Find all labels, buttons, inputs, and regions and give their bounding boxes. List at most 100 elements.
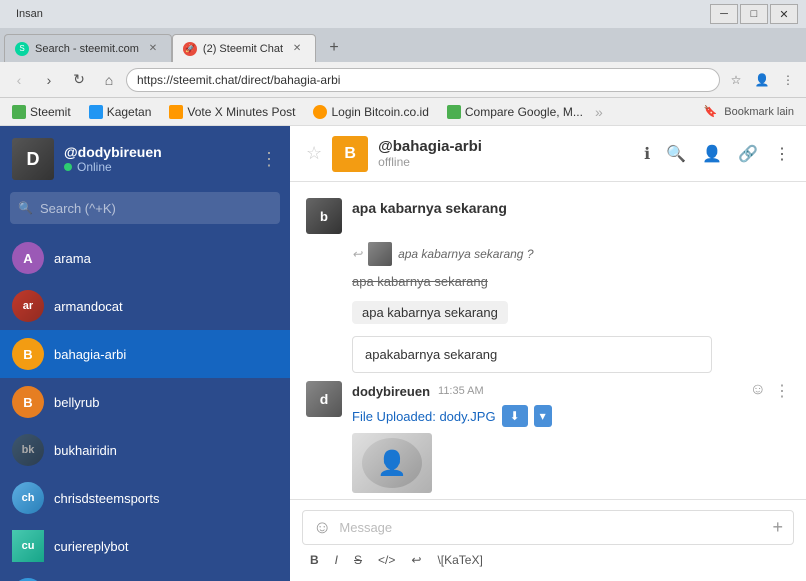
file-dropdown-button[interactable]: ▾ [534, 405, 552, 427]
reply-text: apa kabarnya sekarang ? [398, 247, 533, 261]
bookmark-label-vote: Vote X Minutes Post [187, 105, 295, 119]
contact-name-bellyrub: bellyrub [54, 395, 100, 410]
bookmark-label-compare: Compare Google, M... [465, 105, 583, 119]
message-input[interactable] [339, 520, 764, 535]
chat-header-name: @bahagia-arbi [378, 138, 634, 155]
title-bar: Insan ─ □ ✕ [0, 0, 806, 28]
format-bold-button[interactable]: B [306, 551, 323, 569]
tab-close-1[interactable]: ✕ [145, 41, 161, 57]
file-label: File Uploaded: [352, 409, 436, 424]
tab-label-2: (2) Steemit Chat [203, 43, 283, 55]
contact-item-arama[interactable]: A arama [0, 234, 290, 282]
tab-close-2[interactable]: ✕ [289, 41, 305, 57]
close-button[interactable]: ✕ [770, 4, 798, 24]
chat-messages: b apa kabarnya sekarang ↩ apa kabarnya s… [290, 182, 806, 499]
tab-chat[interactable]: 🚀 (2) Steemit Chat ✕ [172, 34, 316, 62]
message-group-1: b apa kabarnya sekarang [306, 198, 790, 234]
emoji-button[interactable]: ☺ [313, 517, 331, 538]
bookmark-favicon-kagetan [89, 105, 103, 119]
format-strike-button[interactable]: S [350, 551, 366, 569]
star-nav-button[interactable]: ☆ [724, 68, 748, 92]
file-header: dodybireuen 11:35 AM ☺ ⋮ [352, 381, 790, 401]
search-chat-icon[interactable]: 🔍 [666, 144, 686, 164]
chat-header-menu-icon[interactable]: ⋮ [774, 144, 790, 164]
maximize-button[interactable]: □ [740, 4, 768, 24]
file-menu-icon[interactable]: ⋮ [774, 381, 790, 401]
file-name: dody.JPG [439, 409, 495, 424]
settings-nav-button[interactable]: ⋮ [776, 68, 800, 92]
file-row: File Uploaded: dody.JPG ⬇ ▾ [352, 405, 790, 427]
nav-icons: ☆ 👤 ⋮ [724, 68, 800, 92]
msg-text-bold: apa kabarnya sekarang [352, 200, 790, 216]
contact-item-curiereplybot[interactable]: cu curiereplybot [0, 522, 290, 570]
search-input[interactable] [10, 192, 280, 224]
bookmark-favicon-bitcoin [313, 105, 327, 119]
home-button[interactable]: ⌂ [96, 67, 122, 93]
chat-area: ☆ B @bahagia-arbi offline ℹ 🔍 👤 🔗 ⋮ b [290, 126, 806, 581]
contact-item-chrisdsteemsports[interactable]: ch chrisdsteemsports [0, 474, 290, 522]
contact-avatar-bukhairidin: bk [12, 434, 44, 466]
format-code-button[interactable]: </> [374, 551, 399, 569]
bookmark-vote[interactable]: Vote X Minutes Post [163, 103, 301, 121]
reply-arrow-icon: ↩ [352, 247, 362, 261]
contact-avatar-bellyrub: B [12, 386, 44, 418]
address-text: https://steemit.chat/direct/bahagia-arbi [137, 73, 340, 87]
bookmark-bitcoin[interactable]: Login Bitcoin.co.id [307, 103, 434, 121]
format-italic-button[interactable]: I [331, 551, 342, 569]
contact-item-bahagia-arbi[interactable]: B bahagia-arbi [0, 330, 290, 378]
attachment-icon[interactable]: 🔗 [738, 144, 758, 164]
bookmark-compare[interactable]: Compare Google, M... [441, 103, 589, 121]
bookmark-kagetan[interactable]: Kagetan [83, 103, 158, 121]
message-strikethrough: apa kabarnya sekarang [306, 274, 790, 289]
tab-bar: S Search - steemit.com ✕ 🚀 (2) Steemit C… [0, 28, 806, 62]
search-box: 🔍 [10, 192, 280, 224]
back-button[interactable]: ‹ [6, 67, 32, 93]
bookmark-favicon-compare [447, 105, 461, 119]
chat-header: ☆ B @bahagia-arbi offline ℹ 🔍 👤 🔗 ⋮ [290, 126, 806, 182]
bookmark-label-steemit: Steemit [30, 105, 71, 119]
info-icon[interactable]: ℹ [644, 144, 650, 164]
address-bar[interactable]: https://steemit.chat/direct/bahagia-arbi [126, 68, 720, 92]
search-wrapper: 🔍 [10, 192, 280, 224]
contact-item-bellyrub[interactable]: B bellyrub [0, 378, 290, 426]
file-preview-inner: 👤 [352, 433, 432, 493]
bookmark-more[interactable]: 🔖 Bookmark lain [698, 103, 800, 120]
format-quote-button[interactable]: ↩ [407, 551, 425, 569]
bookmark-steemit[interactable]: Steemit [6, 103, 77, 121]
sidebar: D @dodybireuen Online ⋮ 🔍 A arama [0, 126, 290, 581]
send-button[interactable]: + [772, 517, 783, 538]
format-katex-button[interactable]: \[KaTeX] [433, 551, 486, 569]
favorite-star-icon[interactable]: ☆ [306, 143, 322, 164]
contact-name-armandocat: armandocat [54, 299, 123, 314]
bubble-text: apa kabarnya sekarang [352, 301, 508, 324]
contact-item-armandocat[interactable]: ar armandocat [0, 282, 290, 330]
strikethrough-text: apa kabarnya sekarang [352, 274, 488, 289]
contact-item-bukhairidin[interactable]: bk bukhairidin [0, 426, 290, 474]
file-link[interactable]: File Uploaded: dody.JPG [352, 409, 496, 424]
members-icon[interactable]: 👤 [702, 144, 722, 164]
tab-search[interactable]: S Search - steemit.com ✕ [4, 34, 172, 62]
file-download-button[interactable]: ⬇ [502, 405, 528, 427]
file-sender-name: dodybireuen [352, 384, 430, 399]
reply-avatar [368, 242, 392, 266]
minimize-button[interactable]: ─ [710, 4, 738, 24]
contact-name-chrisdsteemsports: chrisdsteemsports [54, 491, 159, 506]
forward-button[interactable]: › [36, 67, 62, 93]
new-tab-button[interactable]: + [320, 34, 348, 62]
file-preview: 👤 [352, 433, 432, 493]
sidebar-header: D @dodybireuen Online ⋮ [0, 126, 290, 192]
bookmark-favicon-steemit [12, 105, 26, 119]
chat-input-area: ☺ + B I S </> ↩ \[KaTeX] [290, 499, 806, 581]
msg-avatar-1: b [306, 198, 342, 234]
search-icon: 🔍 [18, 201, 33, 215]
contact-item-elear[interactable]: e elear [0, 570, 290, 581]
profile-nav-button[interactable]: 👤 [750, 68, 774, 92]
contact-name-curiereplybot: curiereplybot [54, 539, 128, 554]
chat-header-avatar: B [332, 136, 368, 172]
refresh-button[interactable]: ↻ [66, 67, 92, 93]
sidebar-menu-button[interactable]: ⋮ [260, 149, 278, 170]
file-emoji-icon[interactable]: ☺ [750, 381, 766, 401]
sidebar-user-info: @dodybireuen Online [64, 144, 250, 174]
tab-label-1: Search - steemit.com [35, 43, 139, 55]
bookmarks-bar: Steemit Kagetan Vote X Minutes Post Logi… [0, 98, 806, 126]
